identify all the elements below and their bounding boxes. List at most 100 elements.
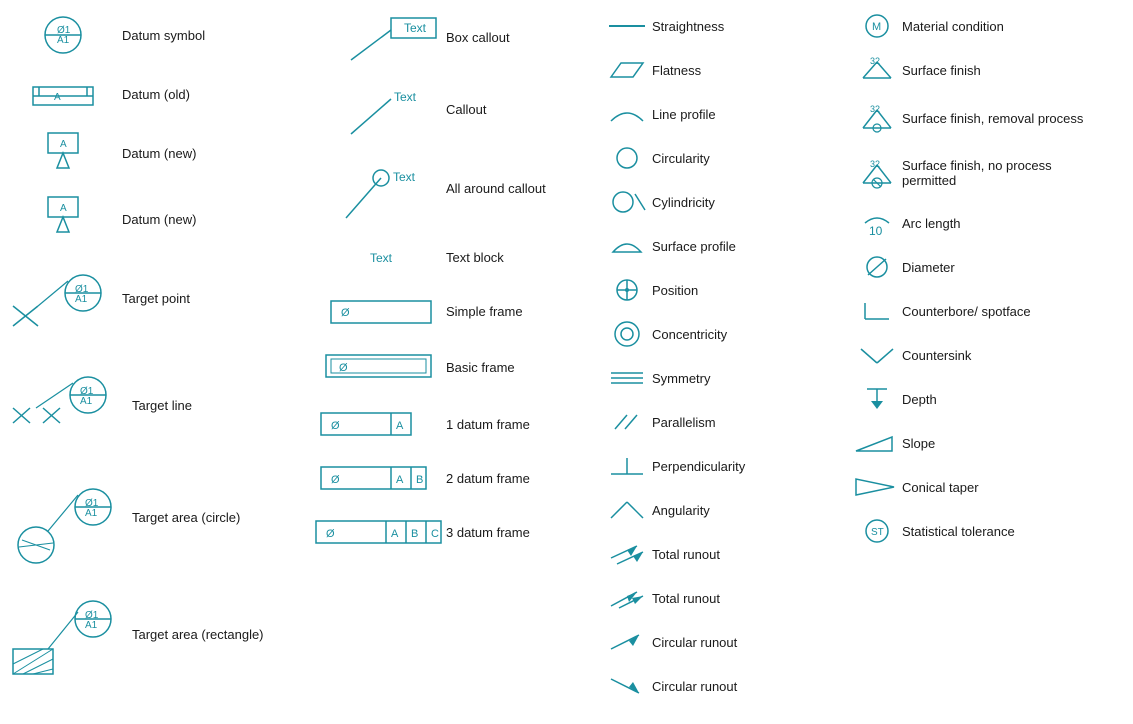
label-surface-finish: Surface finish (902, 63, 1108, 78)
svg-text:Ø: Ø (331, 420, 340, 432)
row-target-area-rect: Ø1 A1 Target area (rectangle) (8, 589, 308, 687)
row-conical-taper: Conical taper (852, 471, 1108, 503)
symbol-box-callout: Text (316, 10, 446, 65)
symbol-target-line: Ø1 A1 (8, 373, 128, 463)
row-statistical-tolerance: ST Statistical tolerance (852, 515, 1108, 547)
svg-text:Text: Text (394, 90, 417, 104)
label-counterbore-spotface: Counterbore/ spotface (902, 304, 1108, 319)
label-perpendicularity: Perpendicularity (652, 459, 848, 474)
svg-text:Text: Text (370, 251, 393, 265)
symbol-circularity (602, 146, 652, 170)
symbol-countersink (852, 341, 902, 369)
symbol-2-datum-frame: Ø A B (316, 463, 446, 493)
symbol-surface-profile (602, 234, 652, 258)
row-counterbore-spotface: Counterbore/ spotface (852, 295, 1108, 327)
svg-text:Ø: Ø (341, 307, 350, 319)
label-datum-old: Datum (old) (118, 87, 308, 102)
label-depth: Depth (902, 392, 1108, 407)
symbol-total-runout1 (602, 540, 652, 568)
row-simple-frame: Ø Simple frame (316, 291, 598, 331)
label-target-area-rect: Target area (rectangle) (128, 597, 308, 642)
symbol-perpendicularity (602, 454, 652, 478)
label-text-block: Text block (446, 250, 598, 265)
row-circularity: Circularity (602, 142, 848, 174)
row-3-datum-frame: Ø A B C 3 datum frame (316, 512, 598, 552)
symbol-datum-new1: A (8, 128, 118, 178)
row-concentricity: Concentricity (602, 318, 848, 350)
row-datum-old: A Datum (old) (8, 74, 308, 114)
row-target-point: Ø1 A1 Target point (8, 261, 308, 351)
label-total-runout2: Total runout (652, 591, 848, 606)
row-target-line: Ø1 A1 Target line (8, 365, 308, 463)
col4-additional: M Material condition 32 Surface finish (848, 10, 1108, 714)
row-total-runout2: Total runout (602, 582, 848, 614)
row-2-datum-frame: Ø A B 2 datum frame (316, 458, 598, 498)
svg-text:32: 32 (870, 56, 880, 66)
label-target-point: Target point (118, 271, 308, 306)
label-circular-runout2: Circular runout (652, 679, 848, 694)
label-cylindricity: Cylindricity (652, 195, 848, 210)
svg-text:32: 32 (870, 159, 880, 169)
svg-text:A1: A1 (57, 35, 70, 46)
label-surface-finish-no-process: Surface finish, no process permitted (902, 158, 1108, 188)
row-circular-runout2: Circular runout (602, 670, 848, 702)
col1-datum-symbols: Ø1 A1 Datum symbol A Datum (old) (8, 10, 308, 714)
symbol-diameter (852, 253, 902, 281)
label-straightness: Straightness (652, 19, 848, 34)
label-datum-new2: Datum (new) (118, 212, 308, 227)
label-total-runout1: Total runout (652, 547, 848, 562)
symbol-parallelism (602, 411, 652, 433)
symbol-surface-finish-removal: 32 (852, 100, 902, 136)
svg-text:A: A (396, 474, 404, 486)
row-perpendicularity: Perpendicularity (602, 450, 848, 482)
label-surface-finish-removal: Surface finish, removal process (902, 111, 1108, 126)
svg-text:Ø: Ø (331, 474, 340, 486)
row-countersink: Countersink (852, 339, 1108, 371)
label-symmetry: Symmetry (652, 371, 848, 386)
symbol-surface-finish-no-process: 32 (852, 153, 902, 193)
svg-text:10: 10 (869, 224, 883, 238)
row-angularity: Angularity (602, 494, 848, 526)
symbol-surface-finish: 32 (852, 54, 902, 86)
svg-text:A: A (60, 203, 67, 214)
row-surface-profile: Surface profile (602, 230, 848, 262)
svg-text:A1: A1 (80, 396, 93, 407)
svg-text:B: B (411, 528, 418, 540)
svg-text:A1: A1 (85, 620, 98, 631)
row-callout: Text Callout (316, 79, 598, 139)
symbol-target-area-rect: Ø1 A1 (8, 597, 128, 687)
label-datum-new1: Datum (new) (118, 146, 308, 161)
col3-gdt: Straightness Flatness Line profile (598, 10, 848, 714)
label-line-profile: Line profile (652, 107, 848, 122)
label-parallelism: Parallelism (652, 415, 848, 430)
row-straightness: Straightness (602, 10, 848, 42)
label-countersink: Countersink (902, 348, 1108, 363)
label-basic-frame: Basic frame (446, 360, 598, 375)
symbol-material-condition: M (852, 14, 902, 38)
row-cylindricity: Cylindricity (602, 186, 848, 218)
symbol-1-datum-frame: Ø A (316, 409, 446, 439)
row-all-around-callout: Text All around callout (316, 153, 598, 223)
svg-text:A1: A1 (85, 508, 98, 519)
symbol-concentricity (602, 320, 652, 348)
row-parallelism: Parallelism (602, 406, 848, 438)
row-datum-symbol: Ø1 A1 Datum symbol (8, 10, 308, 60)
row-target-area-circle: Ø1 A1 Target area (circle) (8, 477, 308, 575)
main-container: Ø1 A1 Datum symbol A Datum (old) (0, 0, 1133, 724)
symbol-all-around-callout: Text (316, 153, 446, 223)
label-target-line: Target line (128, 373, 308, 413)
symbol-conical-taper (852, 473, 902, 501)
row-datum-new2: A Datum (new) (8, 192, 308, 247)
symbol-circular-runout1 (602, 629, 652, 655)
label-box-callout: Box callout (446, 30, 598, 45)
label-1-datum-frame: 1 datum frame (446, 417, 598, 432)
row-diameter: Diameter (852, 251, 1108, 283)
label-3-datum-frame: 3 datum frame (446, 525, 598, 540)
symbol-angularity (602, 498, 652, 522)
symbol-datum-old: A (8, 80, 118, 108)
svg-text:Text: Text (404, 21, 427, 35)
svg-text:Text: Text (393, 170, 416, 184)
symbol-arc-length: 10 (852, 209, 902, 237)
row-arc-length: 10 Arc length (852, 207, 1108, 239)
svg-text:C: C (431, 528, 439, 540)
